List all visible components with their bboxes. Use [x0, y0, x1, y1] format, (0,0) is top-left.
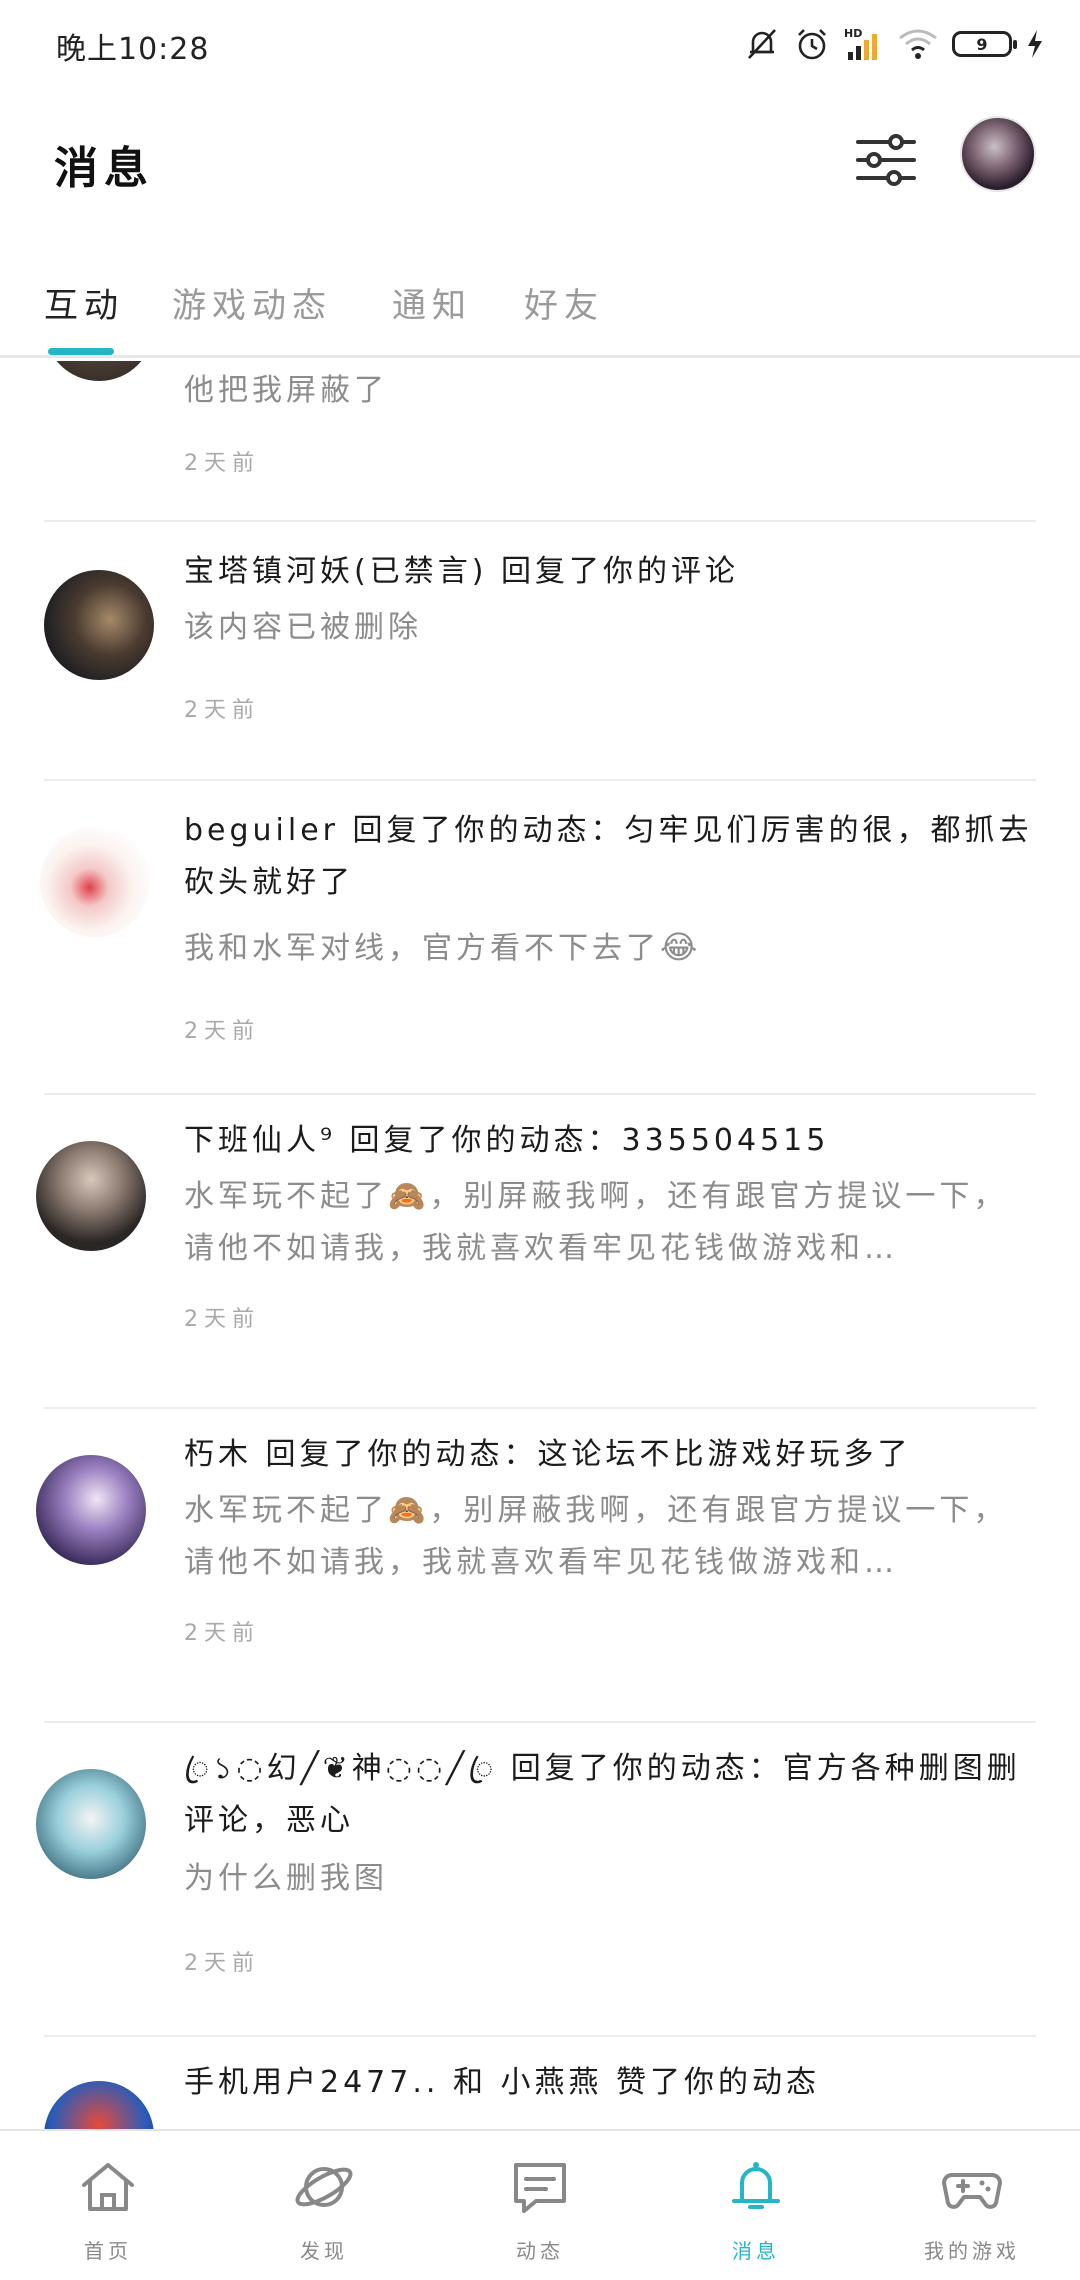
avatar[interactable] [36, 1455, 146, 1565]
message-time: 2天前 [184, 451, 260, 476]
alarm-icon [798, 29, 826, 60]
list-item[interactable]: beguiler 回复了你的动态：匀牢见们厉害的很，都抓去砍头就好了 我和水军对… [0, 781, 1080, 1093]
list-item[interactable]: ꦿ১◌幻╱❦神◌◌╱ꦿ 回复了你的动态：官方各种删图删评论，恶心 为什么删我图 … [0, 1723, 1080, 2035]
tab-notifications[interactable]: 通知 [392, 278, 472, 327]
message-title: ꦿ১◌幻╱❦神◌◌╱ꦿ 回复了你的动态：官方各种删图删评论，恶心 [184, 1751, 1021, 1838]
battery-icon: 9 [952, 31, 1017, 57]
tab-friends[interactable]: 好友 [524, 278, 604, 327]
message-body: 为什么删我图 [184, 1861, 388, 1896]
nav-messages[interactable]: 消息 [648, 2131, 864, 2280]
header: 消息 [0, 100, 1080, 220]
message-time: 2天前 [184, 698, 260, 723]
nav-my-games[interactable]: 我的游戏 [864, 2131, 1080, 2280]
home-icon [82, 2163, 134, 2211]
tab-interactions[interactable]: 互动 [44, 278, 124, 327]
message-body: 水军玩不起了🙈，别屏蔽我啊，还有跟官方提议一下，请他不如请我，我就喜欢看牢见花钱… [184, 1179, 1008, 1266]
list-item[interactable]: 他把我屏蔽了 2天前 [0, 361, 1080, 521]
message-body: 该内容已被删除 [184, 610, 422, 645]
avatar[interactable] [44, 361, 154, 381]
message-body: 水军玩不起了🙈，别屏蔽我啊，还有跟官方提议一下，请他不如请我，我就喜欢看牢见花钱… [184, 1493, 1008, 1580]
svg-text:HD: HD [844, 27, 862, 40]
wifi-icon [899, 29, 937, 59]
message-title: 宝塔镇河妖(已禁言) 回复了你的评论 [184, 554, 739, 589]
planet-icon [295, 2167, 353, 2207]
message-title: 手机用户2477.. 和 小燕燕 赞了你的动态 [184, 2065, 821, 2100]
message-time: 2天前 [184, 1951, 260, 1976]
tab-bar: 互动 游戏动态 通知 好友 [0, 260, 1080, 358]
message-time: 2天前 [184, 1019, 260, 1044]
avatar[interactable] [44, 2081, 154, 2129]
list-item[interactable]: 朽木 回复了你的动态：这论坛不比游戏好玩多了 水军玩不起了🙈，别屏蔽我啊，还有跟… [0, 1409, 1080, 1721]
message-body: 我和水军对线，官方看不下去了😂 [184, 921, 1034, 975]
tab-game-news[interactable]: 游戏动态 [172, 278, 332, 327]
signal-icon: HD [844, 27, 877, 60]
list-item[interactable]: 下班仙人⁹ 回复了你的动态：335504515 水军玩不起了🙈，别屏蔽我啊，还有… [0, 1095, 1080, 1407]
nav-feed[interactable]: 动态 [432, 2131, 648, 2280]
laughing-emoji-icon: 😂 [660, 928, 702, 966]
list-item[interactable]: 手机用户2477.. 和 小燕燕 赞了你的动态 [0, 2037, 1080, 2129]
battery-level: 9 [976, 34, 988, 54]
nav-home-label: 首页 [84, 2239, 132, 2263]
status-bar: 晚上10:28 HD 9 [0, 0, 1080, 90]
page-title: 消息 [54, 143, 154, 194]
tab-indicator [48, 348, 114, 355]
sliders-icon [856, 134, 916, 186]
nav-discover-label: 发现 [300, 2239, 348, 2263]
user-avatar[interactable] [960, 116, 1036, 192]
message-time: 2天前 [184, 1307, 260, 1332]
nav-my-games-label: 我的游戏 [924, 2239, 1020, 2263]
bottom-nav: 首页 发现 动态 消息 我的游戏 [0, 2129, 1080, 2280]
message-list[interactable]: 他把我屏蔽了 2天前 宝塔镇河妖(已禁言) 回复了你的评论 该内容已被删除 2天… [0, 361, 1080, 2129]
status-time: 晚上10:28 [56, 32, 210, 67]
avatar[interactable] [40, 827, 150, 937]
status-icons: HD 9 [744, 22, 1044, 66]
filter-button[interactable] [850, 124, 922, 196]
message-title: 下班仙人⁹ 回复了你的动态：335504515 [184, 1123, 830, 1158]
bell-icon [732, 2162, 780, 2209]
chat-icon [514, 2163, 566, 2213]
avatar[interactable] [36, 1141, 146, 1251]
mute-bell-icon [748, 29, 776, 59]
charging-icon [1028, 30, 1042, 58]
nav-feed-label: 动态 [516, 2239, 564, 2263]
nav-messages-label: 消息 [732, 2239, 780, 2263]
message-title: beguiler 回复了你的动态：匀牢见们厉害的很，都抓去砍头就好了 [184, 813, 1033, 900]
avatar[interactable] [44, 570, 154, 680]
avatar[interactable] [36, 1769, 146, 1879]
message-time: 2天前 [184, 1621, 260, 1646]
message-title: 朽木 回复了你的动态：这论坛不比游戏好玩多了 [184, 1437, 912, 1472]
gamepad-icon [942, 2173, 1002, 2209]
nav-discover[interactable]: 发现 [216, 2131, 432, 2280]
nav-home[interactable]: 首页 [0, 2131, 216, 2280]
message-body: 他把我屏蔽了 [184, 373, 388, 408]
message-body-text: 我和水军对线，官方看不下去了 [184, 931, 660, 966]
